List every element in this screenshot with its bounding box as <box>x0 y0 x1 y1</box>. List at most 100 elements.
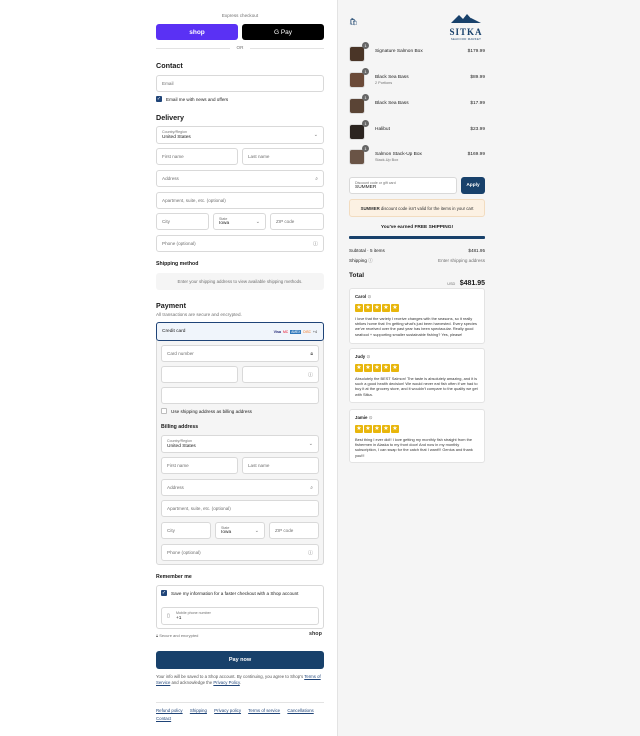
reviewer-name: Carol ⊙ <box>355 294 479 300</box>
billing-zip-field[interactable]: ZIP code <box>269 522 319 539</box>
reviewer-name-text: Judy <box>355 354 366 359</box>
item-name: Salmon Stack-Up Box <box>375 152 422 157</box>
card-number-placeholder: Card number <box>167 351 194 356</box>
billing-address-field[interactable]: Address ⌕ <box>161 479 319 496</box>
name-on-card-field[interactable] <box>161 387 319 404</box>
apply-discount-button[interactable]: Apply <box>461 177 485 194</box>
lock-icon: 🔒︎ <box>156 633 159 638</box>
address-field[interactable]: Address ⌕ <box>156 170 324 187</box>
item-name: Black Sea Bass <box>375 101 409 106</box>
help-icon[interactable]: ⓘ <box>313 240 318 247</box>
review-card: Judy ⊙ ★ ★ ★ ★ ★ Absolutely the BEST Salmon!… <box>349 348 485 403</box>
item-price: $169.99 <box>467 152 485 157</box>
remember-heading: Remember me <box>156 574 192 580</box>
address-placeholder: Address <box>162 176 179 181</box>
pay-now-button[interactable]: Pay now <box>156 651 324 669</box>
shopping-bag-icon[interactable]: 🛍︎ <box>349 18 358 26</box>
shipping-link[interactable]: Shipping <box>190 708 207 713</box>
brand-logo[interactable]: SITKA SEAFOOD MARKET <box>446 10 486 41</box>
billing-state-select[interactable]: State Iowa ⌄ <box>215 522 265 539</box>
cancellations-link[interactable]: Cancellations <box>287 708 313 713</box>
last-name-field[interactable]: Last name <box>242 148 324 165</box>
help-icon[interactable]: ⓘ <box>368 258 373 263</box>
legal-text-1: Your info will be saved to a Shop accoun… <box>156 674 304 679</box>
billing-country-select[interactable]: Country/Region United States ⌄ <box>161 435 319 453</box>
reviewer-name-text: Jamie <box>355 415 368 420</box>
verified-icon: ⊙ <box>368 415 373 420</box>
star-icon: ★ <box>373 304 381 312</box>
total-value: $481.95 <box>459 280 485 287</box>
billing-city-field[interactable]: City <box>161 522 211 539</box>
contact-heading: Contact <box>156 61 183 70</box>
google-pay-button[interactable]: G Pay <box>242 24 324 40</box>
save-info-row[interactable]: ✓ Save my information for a faster check… <box>161 590 298 596</box>
mobile-phone-field[interactable]: ▯ Mobile phone number +1 <box>161 607 319 625</box>
terms-of-service-link[interactable]: Terms of service <box>248 708 280 713</box>
expiration-field[interactable] <box>161 366 238 383</box>
shipping-method-note: Enter your shipping address to view avai… <box>156 273 324 290</box>
free-shipping-message: You've earned FREE SHIPPING! <box>380 225 454 230</box>
shipping-method-heading: Shipping method <box>156 261 199 267</box>
mobile-phone-value: +1 <box>176 615 182 621</box>
cart-item: 1 Black Sea Bass $17.99 <box>349 94 485 116</box>
google-pay-label: G Pay <box>273 28 293 36</box>
item-variant: Stack-Up Box <box>375 158 399 162</box>
help-icon[interactable]: ⓘ <box>308 371 313 378</box>
privacy-policy-link[interactable]: Privacy policy <box>214 708 241 713</box>
express-checkout-label: Express checkout <box>221 13 259 18</box>
privacy-link[interactable]: Privacy Policy <box>213 680 239 685</box>
news-checkbox[interactable]: ✓ <box>156 96 162 102</box>
cart-item: 1 Salmon Stack-Up Box Stack-Up Box $169.… <box>349 145 485 167</box>
star-icon: ★ <box>373 364 381 372</box>
billing-phone-field[interactable]: Phone (optional) ⓘ <box>161 544 319 561</box>
discount-code-field[interactable]: Discount code or gift card SUMMER <box>349 177 457 194</box>
zip-field[interactable]: ZIP code <box>270 213 324 230</box>
apartment-placeholder: Apartment, suite, etc. (optional) <box>162 198 226 203</box>
billing-country-value: United States <box>167 443 196 449</box>
first-name-field[interactable]: First name <box>156 148 238 165</box>
item-name: Signature Salmon Box <box>375 49 423 54</box>
security-code-field[interactable]: ⓘ <box>242 366 319 383</box>
star-icon: ★ <box>391 304 399 312</box>
credit-card-option[interactable]: Credit card Visa MC AMEX DISC +4 <box>156 322 324 341</box>
search-icon: ⌕ <box>310 484 313 491</box>
billing-last-name-field[interactable]: Last name <box>242 457 319 474</box>
help-icon[interactable]: ⓘ <box>308 549 313 556</box>
credit-card-label: Credit card <box>162 329 186 334</box>
visa-icon: Visa <box>273 329 281 334</box>
footer-divider <box>156 702 324 703</box>
billing-first-name-field[interactable]: First name <box>161 457 238 474</box>
review-card: Jamie ⊙ ★ ★ ★ ★ ★ Best thing I ever did!! I … <box>349 409 485 463</box>
news-checkbox-row[interactable]: ✓ Email me with news and offers <box>156 96 228 102</box>
footer-contact: Contact <box>156 716 171 721</box>
review-text: I love that the variety I receive change… <box>355 316 477 337</box>
refund-policy-link[interactable]: Refund policy <box>156 708 183 713</box>
free-shipping-progress <box>349 236 485 239</box>
phone-field[interactable]: Phone (optional) ⓘ <box>156 235 324 252</box>
state-value: Iowa <box>219 221 230 226</box>
apartment-field[interactable]: Apartment, suite, etc. (optional) <box>156 192 324 209</box>
shipping-label: Shipping <box>349 258 367 263</box>
email-field[interactable]: Email <box>156 75 324 92</box>
save-info-checkbox[interactable]: ✓ <box>161 590 167 596</box>
state-select[interactable]: State Iowa ⌄ <box>213 213 266 230</box>
discount-code-value: SUMMER <box>355 185 377 190</box>
same-billing-checkbox[interactable] <box>161 408 167 414</box>
chevron-down-icon: ⌄ <box>308 441 313 447</box>
country-select[interactable]: Country/Region United States ⌄ <box>156 126 324 144</box>
reviewer-name-text: Carol <box>355 294 367 299</box>
payment-subtitle: All transactions are secure and encrypte… <box>156 312 242 317</box>
billing-zip-placeholder: ZIP code <box>275 528 294 533</box>
billing-apartment-field[interactable]: Apartment, suite, etc. (optional) <box>161 500 319 517</box>
same-billing-row[interactable]: Use shipping address as billing address <box>161 408 252 414</box>
item-qty-badge: 1 <box>362 42 369 49</box>
apply-label: Apply <box>466 183 480 188</box>
star-icon: ★ <box>355 364 363 372</box>
contact-link[interactable]: Contact <box>156 716 171 721</box>
shop-pay-button[interactable]: shop <box>156 24 238 40</box>
city-field[interactable]: City <box>156 213 209 230</box>
item-name: Halibut <box>375 127 390 132</box>
or-divider-text: OR <box>236 45 244 50</box>
billing-state-value: Iowa <box>221 530 232 535</box>
card-number-field[interactable]: Card number 🔒︎ <box>161 345 319 362</box>
